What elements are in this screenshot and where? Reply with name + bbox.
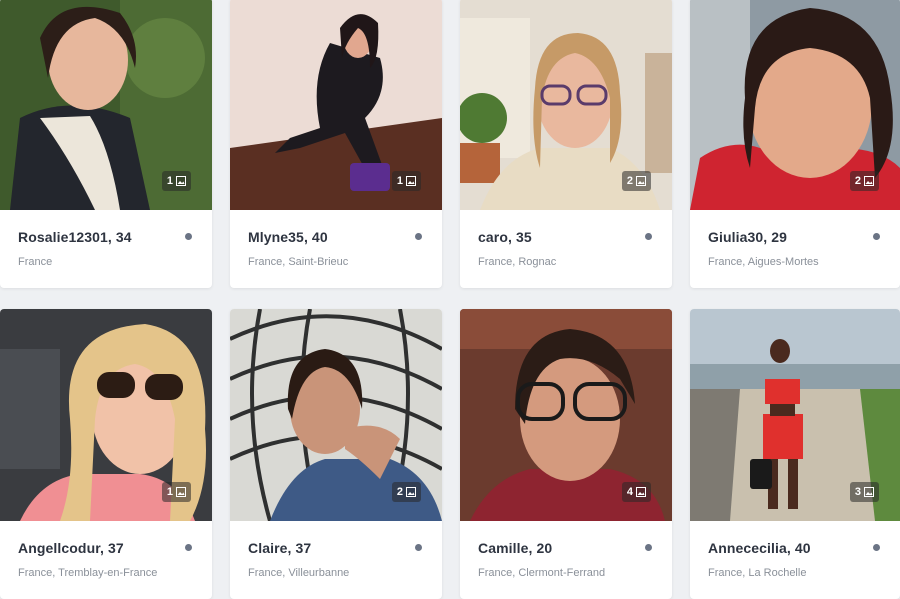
status-dot-icon xyxy=(645,233,652,240)
profile-name[interactable]: Annececilia, 40 xyxy=(708,540,882,556)
photo-count-value: 2 xyxy=(854,175,861,187)
profile-info: Angellcodur, 37 France, Tremblay-en-Fran… xyxy=(0,521,212,599)
profile-card[interactable]: 2 Claire, 37 France, Villeurbanne xyxy=(230,309,442,599)
profile-photo[interactable]: 1 xyxy=(0,0,212,210)
profile-photo[interactable]: 2 xyxy=(690,0,900,210)
profile-location: France, Tremblay-en-France xyxy=(18,567,158,579)
profile-photo[interactable]: 2 xyxy=(460,0,672,210)
status-dot-icon xyxy=(415,544,422,551)
image-icon xyxy=(864,176,874,186)
profile-name[interactable]: Rosalie12301, 34 xyxy=(18,229,194,245)
profile-info: Giulia30, 29 France, Aigues-Mortes xyxy=(690,210,900,288)
image-icon xyxy=(636,176,646,186)
status-dot-icon xyxy=(185,544,192,551)
profile-card[interactable]: 1 Rosalie12301, 34 France xyxy=(0,0,212,288)
status-dot-icon xyxy=(873,233,880,240)
profile-name[interactable]: Claire, 37 xyxy=(248,540,424,556)
photo-count-value: 2 xyxy=(626,175,633,187)
status-dot-icon xyxy=(873,544,880,551)
image-icon xyxy=(864,487,874,497)
profile-card[interactable]: 1 Angellcodur, 37 France, Tremblay-en-Fr… xyxy=(0,309,212,599)
profile-name[interactable]: caro, 35 xyxy=(478,229,654,245)
photo-count-value: 4 xyxy=(626,486,633,498)
profile-name[interactable]: Camille, 20 xyxy=(478,540,654,556)
photo-count-value: 1 xyxy=(166,175,173,187)
status-dot-icon xyxy=(645,544,652,551)
profile-location: France, Villeurbanne xyxy=(248,567,350,579)
profile-name[interactable]: Angellcodur, 37 xyxy=(18,540,194,556)
image-icon xyxy=(406,176,416,186)
photo-count-value: 1 xyxy=(396,175,403,187)
image-icon xyxy=(176,176,186,186)
photo-count-badge: 1 xyxy=(161,482,191,502)
profile-card[interactable]: 3 Annececilia, 40 France, La Rochelle xyxy=(690,309,900,599)
image-icon xyxy=(636,487,646,497)
status-dot-icon xyxy=(415,233,422,240)
status-dot-icon xyxy=(185,233,192,240)
profile-info: Annececilia, 40 France, La Rochelle xyxy=(690,521,900,599)
profile-photo[interactable]: 4 xyxy=(460,309,672,521)
profile-card[interactable]: 4 Camille, 20 France, Clermont-Ferrand xyxy=(460,309,672,599)
photo-count-value: 3 xyxy=(854,486,861,498)
profile-info: Rosalie12301, 34 France xyxy=(0,210,212,288)
photo-count-badge: 3 xyxy=(849,482,879,502)
profile-photo[interactable]: 1 xyxy=(230,0,442,210)
photo-count-badge: 2 xyxy=(849,171,879,191)
photo-count-badge: 1 xyxy=(391,171,421,191)
photo-count-value: 1 xyxy=(166,486,173,498)
profile-card[interactable]: 2 Giulia30, 29 France, Aigues-Mortes xyxy=(690,0,900,288)
profile-card[interactable]: 1 Mlyne35, 40 France, Saint-Brieuc xyxy=(230,0,442,288)
profile-name[interactable]: Giulia30, 29 xyxy=(708,229,882,245)
profile-photo[interactable]: 1 xyxy=(0,309,212,521)
profile-location: France, Saint-Brieuc xyxy=(248,256,349,268)
profile-location: France, La Rochelle xyxy=(708,567,807,579)
profile-location: France, Rognac xyxy=(478,256,557,268)
profile-info: Mlyne35, 40 France, Saint-Brieuc xyxy=(230,210,442,288)
profile-name[interactable]: Mlyne35, 40 xyxy=(248,229,424,245)
profile-photo[interactable]: 3 xyxy=(690,309,900,521)
profile-card[interactable]: 2 caro, 35 France, Rognac xyxy=(460,0,672,288)
profile-info: caro, 35 France, Rognac xyxy=(460,210,672,288)
profile-info: Camille, 20 France, Clermont-Ferrand xyxy=(460,521,672,599)
photo-count-badge: 1 xyxy=(161,171,191,191)
photo-count-badge: 2 xyxy=(621,171,651,191)
photo-count-badge: 4 xyxy=(621,482,651,502)
photo-count-value: 2 xyxy=(396,486,403,498)
profile-location: France xyxy=(18,256,53,268)
image-icon xyxy=(176,487,186,497)
profile-info: Claire, 37 France, Villeurbanne xyxy=(230,521,442,599)
photo-count-badge: 2 xyxy=(391,482,421,502)
profile-location: France, Aigues-Mortes xyxy=(708,256,819,268)
profile-location: France, Clermont-Ferrand xyxy=(478,567,606,579)
profile-photo[interactable]: 2 xyxy=(230,309,442,521)
image-icon xyxy=(406,487,416,497)
